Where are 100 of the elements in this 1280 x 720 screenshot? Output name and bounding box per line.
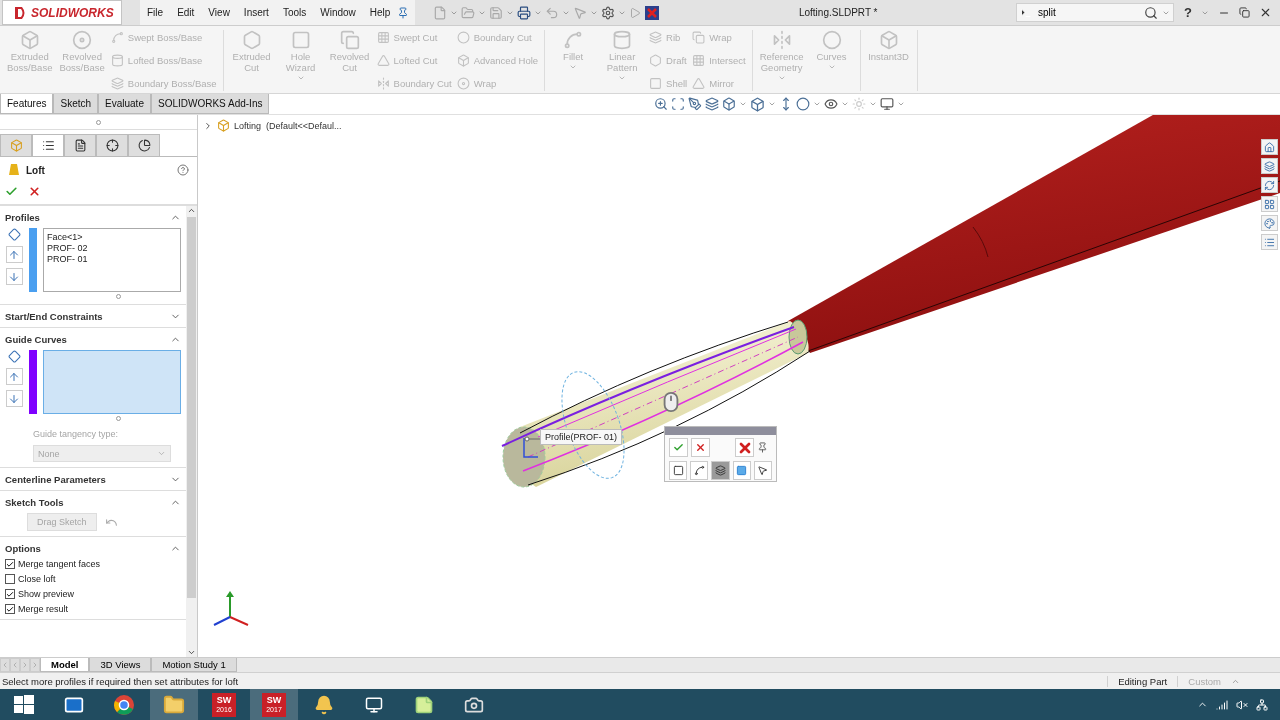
up-arrow-icon	[8, 248, 20, 261]
search-icon[interactable]	[1144, 5, 1159, 20]
scroll-down-icon[interactable]	[187, 648, 196, 657]
ok-icon[interactable]	[5, 185, 18, 198]
menu-item[interactable]: View	[201, 7, 237, 18]
clear-button[interactable]	[735, 438, 754, 457]
panel-tab[interactable]	[96, 134, 128, 156]
grid-icon	[376, 31, 390, 44]
caret-icon	[897, 100, 905, 108]
cube-icon[interactable]	[722, 97, 736, 111]
selection-list[interactable]: Face<1> PROF- 02 PROF- 01	[43, 228, 181, 292]
command-tab[interactable]: Sketch	[53, 94, 99, 114]
curve-icon	[563, 30, 584, 50]
sphere-icon[interactable]	[796, 97, 810, 111]
help-button[interactable]: ?	[1184, 5, 1192, 20]
command-tab[interactable]: SOLIDWORKS Add-Ins	[150, 94, 270, 114]
task-pane-button[interactable]	[1261, 215, 1278, 231]
square-icon	[649, 77, 663, 90]
list-item[interactable]: Face<1>	[47, 232, 177, 242]
caret-icon	[841, 100, 849, 108]
restore-icon[interactable]	[1239, 7, 1250, 18]
task-pane-button[interactable]	[1261, 234, 1278, 250]
list-item[interactable]: PROF- 02	[47, 243, 177, 253]
tool-button[interactable]	[690, 461, 709, 480]
scrollbar[interactable]	[186, 206, 197, 657]
tool-button[interactable]	[732, 461, 751, 480]
section-title: Options	[5, 543, 41, 554]
mirror-icon	[771, 30, 792, 50]
eye-icon[interactable]	[824, 97, 838, 111]
copy-icon	[692, 31, 706, 44]
layers-icon[interactable]	[705, 97, 719, 111]
browser-icon	[114, 694, 134, 715]
search-field[interactable]: split	[1036, 6, 1141, 19]
checkbox[interactable]	[5, 604, 15, 614]
task-pane-button[interactable]	[1261, 139, 1278, 155]
cancel-button[interactable]	[691, 438, 710, 457]
menu-item[interactable]: Help	[362, 7, 398, 18]
task-pane-button[interactable]	[1261, 158, 1278, 174]
list-item[interactable]: PROF- 01	[47, 254, 177, 264]
tool-button[interactable]	[753, 461, 772, 480]
tool-button[interactable]	[669, 461, 688, 480]
pin-icon[interactable]	[397, 6, 410, 19]
circle-icon	[821, 30, 842, 50]
settings-icon[interactable]	[601, 5, 616, 20]
scroll-up-icon[interactable]	[187, 206, 196, 215]
units-selector[interactable]: Custom	[1177, 675, 1231, 687]
pen-icon[interactable]	[688, 97, 702, 111]
hexagon-icon	[241, 30, 262, 50]
library-icon	[1264, 160, 1275, 172]
task-pane-button[interactable]	[1261, 196, 1278, 212]
rebuild-icon[interactable]	[644, 4, 661, 21]
pin-icon[interactable]	[757, 442, 768, 453]
panel-tab[interactable]	[64, 134, 96, 156]
app-letters: SW	[266, 695, 282, 705]
menu-item[interactable]: Window	[313, 7, 363, 18]
menu-item[interactable]: Insert	[236, 7, 276, 18]
cancel-icon[interactable]	[28, 185, 41, 198]
zoom-icon[interactable]	[654, 97, 668, 111]
menu-item[interactable]: Tools	[275, 7, 314, 18]
tool-button[interactable]	[711, 461, 730, 480]
command-tab[interactable]: Features	[0, 94, 54, 114]
part-icon	[217, 119, 230, 132]
bottom-tab[interactable]: 3D Views	[89, 658, 152, 672]
dropdown-field[interactable]: None	[33, 445, 171, 462]
layers-icon	[715, 465, 726, 476]
monitor-icon[interactable]	[880, 97, 894, 111]
zoom-area-icon[interactable]	[671, 97, 685, 111]
close-icon[interactable]	[1259, 6, 1272, 19]
app-letters: SW	[216, 695, 232, 705]
checkbox[interactable]	[5, 589, 15, 599]
panel-title: Loft	[26, 164, 46, 176]
menu-item[interactable]: File	[140, 7, 171, 18]
panel-tab[interactable]	[128, 134, 160, 156]
bottom-tab[interactable]: Model	[40, 658, 90, 672]
menu-item[interactable]: Edit	[170, 7, 202, 18]
signal-icon[interactable]	[1216, 698, 1228, 711]
windows-logo-icon	[14, 694, 34, 715]
task-pane-button[interactable]	[1261, 177, 1278, 193]
panel-tab[interactable]	[32, 134, 64, 156]
network-icon[interactable]	[1256, 698, 1268, 711]
down-arrow-icon	[8, 392, 20, 405]
leader-line	[524, 436, 542, 442]
muted-speaker-icon[interactable]	[1236, 698, 1248, 711]
print-icon[interactable]	[517, 5, 532, 20]
caret-icon	[869, 100, 877, 108]
sticky-note-icon	[414, 694, 434, 715]
checkbox[interactable]	[5, 559, 15, 569]
mirror-icon	[376, 77, 390, 90]
search-box[interactable]: split	[1016, 3, 1175, 22]
monitor-icon	[365, 695, 383, 714]
command-tab[interactable]: Evaluate	[98, 94, 151, 114]
view-cube-icon[interactable]	[750, 96, 765, 112]
caret-icon	[739, 100, 747, 108]
document-title: Lofting.SLDPRT *	[797, 7, 879, 18]
bottom-tab[interactable]: Motion Study 1	[151, 658, 237, 672]
refresh-icon	[1264, 179, 1275, 191]
help-icon[interactable]	[177, 164, 189, 176]
cylinder-icon	[110, 54, 124, 67]
checkbox[interactable]	[5, 574, 15, 584]
tree-item[interactable]: Lofting (Default<<Defaul...	[234, 120, 342, 131]
